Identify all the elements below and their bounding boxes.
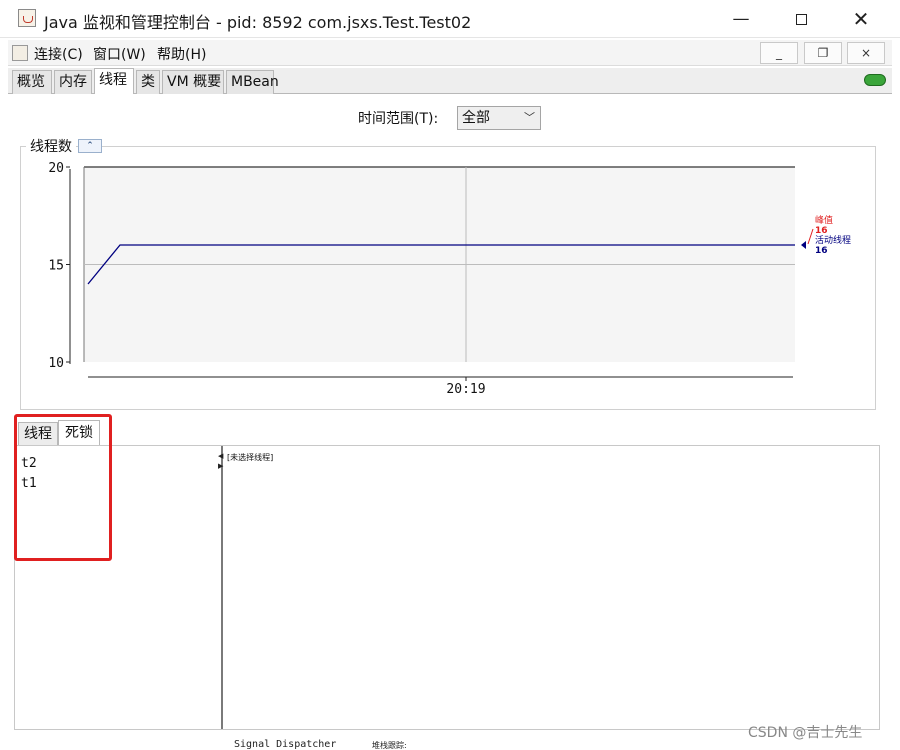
tab-mbean[interactable]: MBean <box>226 70 279 94</box>
legend-peak-value: 16 <box>815 226 828 236</box>
legend-peak-label: 峰值 <box>815 214 833 226</box>
tab-classes[interactable]: 类 <box>136 70 160 94</box>
thread-count-chart: 10152020:19峰值16活动线程16 <box>48 161 851 397</box>
jconsole-window: Java 监视和管理控制台 - pid: 8592 com.jsxs.Test.… <box>0 0 900 750</box>
menu-window[interactable]: 窗口(W) <box>93 44 146 64</box>
y-tick-label: 15 <box>48 259 64 274</box>
maximize-button[interactable] <box>778 0 824 38</box>
split-left-arrow-icon[interactable]: ◀ <box>218 452 223 460</box>
menu-help[interactable]: 帮助(H) <box>157 44 206 64</box>
time-range-value: 全部 <box>462 110 490 126</box>
internal-close-button[interactable]: × <box>847 42 885 64</box>
background-text: Signal Dispatcher <box>234 739 337 750</box>
annotation-highlight-box <box>14 414 112 561</box>
watermark: CSDN @吉士先生 <box>748 725 863 741</box>
internal-restore-button[interactable]: ❐ <box>804 42 842 64</box>
x-tick-label: 20:19 <box>446 382 485 397</box>
internal-minimize-button[interactable]: _ <box>760 42 798 64</box>
legend-active-label: 活动线程 <box>815 234 851 246</box>
window-title: Java 监视和管理控制台 - pid: 8592 com.jsxs.Test.… <box>44 13 472 32</box>
menu-connect[interactable]: 连接(C) <box>34 44 83 64</box>
deadlock-panel: t2 t1 ◀ ▶ [未选择线程] <box>14 445 880 730</box>
connection-status-icon <box>864 74 886 86</box>
thread-detail-placeholder: [未选择线程] <box>227 453 274 462</box>
time-range-label: 时间范围(T): <box>358 111 439 127</box>
main-tab-bar: 概览 内存 线程 类 VM 概要 MBean <box>8 68 892 94</box>
split-right-arrow-icon[interactable]: ▶ <box>218 462 223 470</box>
maximize-icon <box>795 13 807 25</box>
split-pane-divider[interactable] <box>221 446 223 729</box>
tab-memory[interactable]: 内存 <box>54 70 92 94</box>
legend-active-value: 16 <box>815 246 828 256</box>
tab-vm-summary[interactable]: VM 概要 <box>162 70 224 94</box>
background-text: 堆栈跟踪: <box>372 741 407 750</box>
y-tick-label: 20 <box>48 161 64 176</box>
legend-peak-leader <box>807 228 814 245</box>
java-menu-icon[interactable] <box>12 45 28 61</box>
tab-overview[interactable]: 概览 <box>12 70 52 94</box>
menu-bar: 连接(C) 窗口(W) 帮助(H) _ ❐ × <box>8 40 892 66</box>
close-button[interactable]: ✕ <box>838 0 884 38</box>
time-range-select[interactable]: 全部 ﹀ <box>457 106 541 130</box>
title-bar: Java 监视和管理控制台 - pid: 8592 com.jsxs.Test.… <box>0 0 900 38</box>
legend-active-marker-icon <box>801 241 806 249</box>
y-tick-label: 10 <box>48 356 64 371</box>
chevron-down-icon: ﹀ <box>524 111 535 124</box>
tab-threads[interactable]: 线程 <box>94 68 134 94</box>
java-app-icon <box>18 9 36 27</box>
minimize-button[interactable]: — <box>718 0 764 38</box>
